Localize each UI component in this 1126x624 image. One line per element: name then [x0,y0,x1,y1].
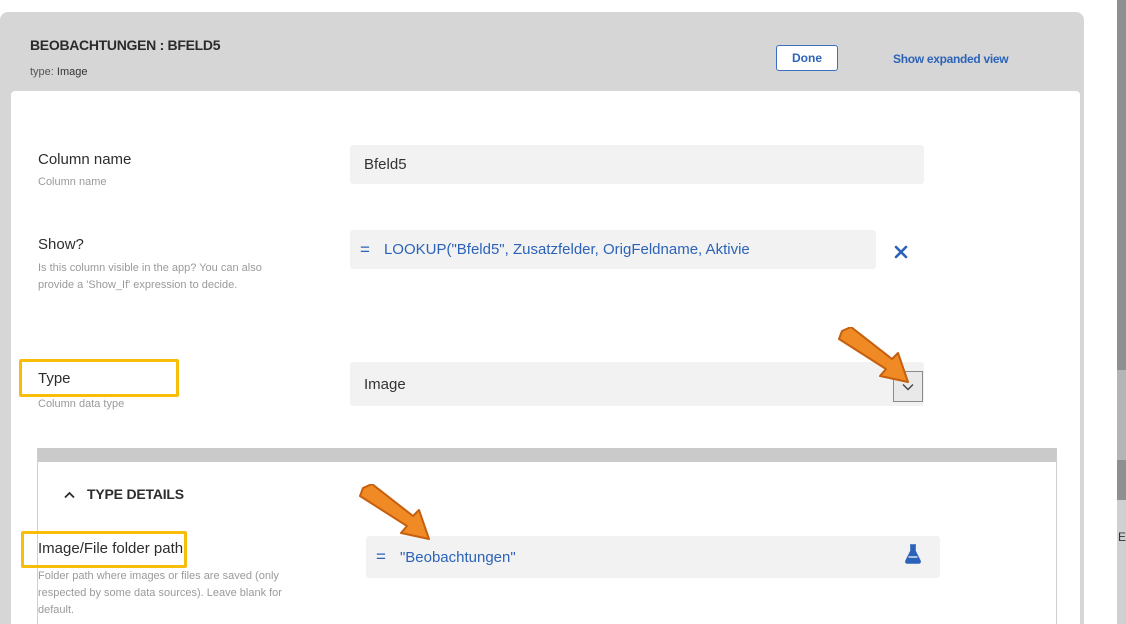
column-name-label: Column name [38,151,132,168]
done-button[interactable]: Done [776,45,838,71]
dialog-title: BEOBACHTUNGEN : BFELD5 [30,37,221,53]
app-window: E BEOBACHTUNGEN : BFELD5 type: Image Don… [0,0,1126,624]
dialog-type-label: type: Image [30,66,88,78]
arrow-icon [359,484,430,540]
close-icon[interactable] [893,244,909,260]
type-hint: Column data type [38,398,125,410]
folder-path-expression-text: "Beobachtungen" [399,548,516,566]
background-edge-text: E [1118,530,1126,544]
column-name-hint: Column name [38,176,107,188]
folder-path-input[interactable]: = "Beobachtungen" [366,536,940,578]
folder-path-highlight-box [21,531,187,568]
show-expression-text: LOOKUP("Bfeld5", Zusatzfelder, OrigFeldn… [383,241,750,258]
chevron-up-icon [64,488,75,502]
show-expanded-view-link[interactable]: Show expanded view [893,52,1009,66]
equals-sign: = [376,547,386,566]
type-highlight-box [19,359,179,397]
folder-path-hint: Folder path where images or files are sa… [38,570,282,616]
flask-icon[interactable] [904,544,922,564]
show-hint: Is this column visible in the app? You c… [38,262,262,291]
equals-sign: = [360,239,370,259]
show-label: Show? [38,236,84,253]
show-expression-input[interactable]: = LOOKUP("Bfeld5", Zusatzfelder, OrigFel… [350,230,876,269]
type-details-toggle[interactable]: TYPE DETAILS [64,486,184,502]
column-name-input[interactable]: Bfeld5 [350,145,924,184]
arrow-icon [838,327,909,383]
